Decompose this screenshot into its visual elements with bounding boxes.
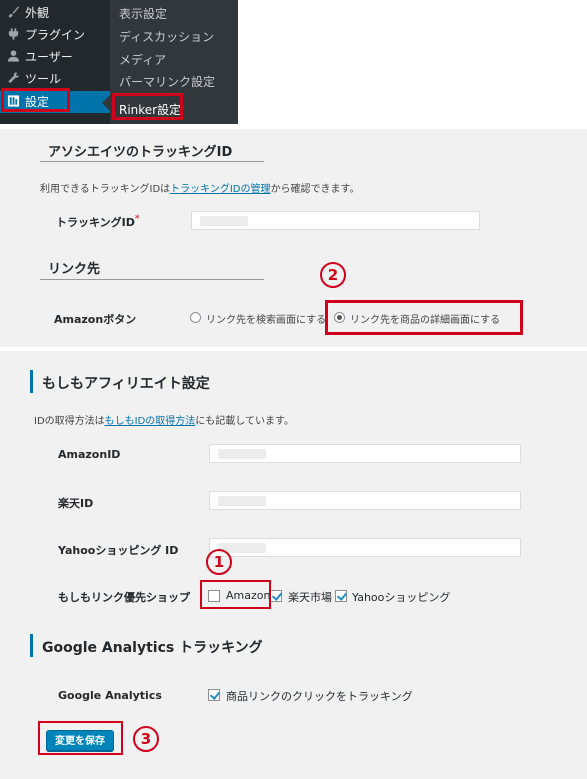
redacted-value <box>218 449 266 459</box>
annotation-number-1: 1 <box>206 549 232 575</box>
google-analytics-label: Google Analytics <box>58 689 162 702</box>
moshimo-id-description: IDの取得方法はもしもIDの取得方法にも記載しています。 <box>34 412 294 427</box>
wrench-icon <box>8 72 20 84</box>
amazon-button-label: Amazonボタン <box>54 313 137 326</box>
redacted-value <box>200 216 248 226</box>
tracking-id-label: トラッキングID* <box>56 214 140 230</box>
amazon-id-input[interactable] <box>209 444 521 463</box>
rakuten-id-label: 楽天ID <box>58 497 94 510</box>
user-icon <box>7 50 20 62</box>
menu-item-label: ユーザー <box>25 50 73 64</box>
checkbox-track-clicks[interactable] <box>208 689 220 701</box>
submenu-item-media[interactable]: メディア <box>119 51 166 68</box>
checkbox-shop-rakuten[interactable] <box>270 590 282 602</box>
menu-item-tools[interactable]: ツール <box>0 68 110 90</box>
radio-link-detail[interactable] <box>334 312 345 323</box>
annotation-number-3: 3 <box>133 726 159 752</box>
settings-icon <box>7 95 20 107</box>
option-link-detail: リンク先を商品の詳細画面にする <box>350 315 501 326</box>
checkbox-shop-yahoo[interactable] <box>335 590 347 602</box>
plugin-icon <box>8 28 19 40</box>
checkbox-shop-amazon[interactable] <box>208 590 220 602</box>
associate-section-title: アソシエイツのトラッキングID <box>48 145 233 160</box>
track-clicks-label: 商品リンクのクリックをトラッキング <box>226 690 413 703</box>
required-mark: * <box>134 214 140 224</box>
moshimo-id-howto-link[interactable]: もしもIDの取得方法 <box>105 416 196 427</box>
moshimo-section-title: もしもアフィリエイト設定 <box>42 376 210 392</box>
menu-item-label: ツール <box>25 72 62 86</box>
menu-item-label: プラグイン <box>25 28 86 42</box>
analytics-section-title: Google Analytics トラッキング <box>42 640 263 656</box>
tracking-id-label-text: トラッキングID <box>56 216 135 229</box>
tracking-id-manage-link[interactable]: トラッキングIDの管理 <box>170 184 270 195</box>
menu-item-label: 外観 <box>25 6 50 20</box>
shop-amazon-label: Amazon <box>226 589 271 602</box>
menu-item-users[interactable]: ユーザー <box>0 46 110 68</box>
moshimo-priority-shop-label: もしもリンク優先ショップ <box>58 591 190 604</box>
submenu-item-reading[interactable]: 表示設定 <box>119 5 167 22</box>
tracking-id-input[interactable] <box>191 211 480 230</box>
description-text: にも記載しています。 <box>195 416 295 427</box>
tracking-id-description: 利用できるトラッキングIDはトラッキングIDの管理から確認できます。 <box>40 180 360 195</box>
shop-rakuten-label: 楽天市場 <box>288 591 332 604</box>
link-dest-section-title: リンク先 <box>48 262 101 277</box>
menu-item-appearance[interactable]: 外観 <box>0 2 110 24</box>
menu-item-label: 設定 <box>25 95 50 109</box>
menu-item-plugins[interactable]: プラグイン <box>0 24 110 46</box>
submenu-item-rinker[interactable]: Rinker設定 <box>119 101 181 118</box>
radio-link-search[interactable] <box>190 312 201 323</box>
section-divider <box>40 279 264 280</box>
menu-item-settings[interactable]: 設定 <box>0 91 110 113</box>
shop-yahoo-label: Yahooショッピング <box>352 591 451 604</box>
annotation-number-2: 2 <box>320 262 346 288</box>
section-accent-bar <box>30 634 33 657</box>
submenu-item-discussion[interactable]: ディスカッション <box>119 28 214 45</box>
section-accent-bar <box>30 370 33 393</box>
paintbrush-icon <box>8 6 20 18</box>
save-changes-button[interactable]: 変更を保存 <box>46 730 114 751</box>
description-text: から確認できます。 <box>270 184 360 195</box>
redacted-value <box>218 496 266 506</box>
yahoo-id-input[interactable] <box>209 538 521 557</box>
option-link-search: リンク先を検索画面にする <box>206 315 327 326</box>
yahoo-id-label: Yahooショッピング ID <box>58 544 179 557</box>
rakuten-id-input[interactable] <box>209 491 521 510</box>
section-divider <box>40 161 264 162</box>
active-menu-arrow <box>102 95 110 111</box>
submenu-item-permalinks[interactable]: パーマリンク設定 <box>119 73 215 90</box>
admin-menu: 外観 プラグイン ユーザー ツール 設定 表示設定 ディスカッション メディア … <box>0 0 238 124</box>
description-text: IDの取得方法は <box>34 416 105 427</box>
amazon-id-label: AmazonID <box>58 448 121 461</box>
description-text: 利用できるトラッキングIDは <box>40 184 171 195</box>
